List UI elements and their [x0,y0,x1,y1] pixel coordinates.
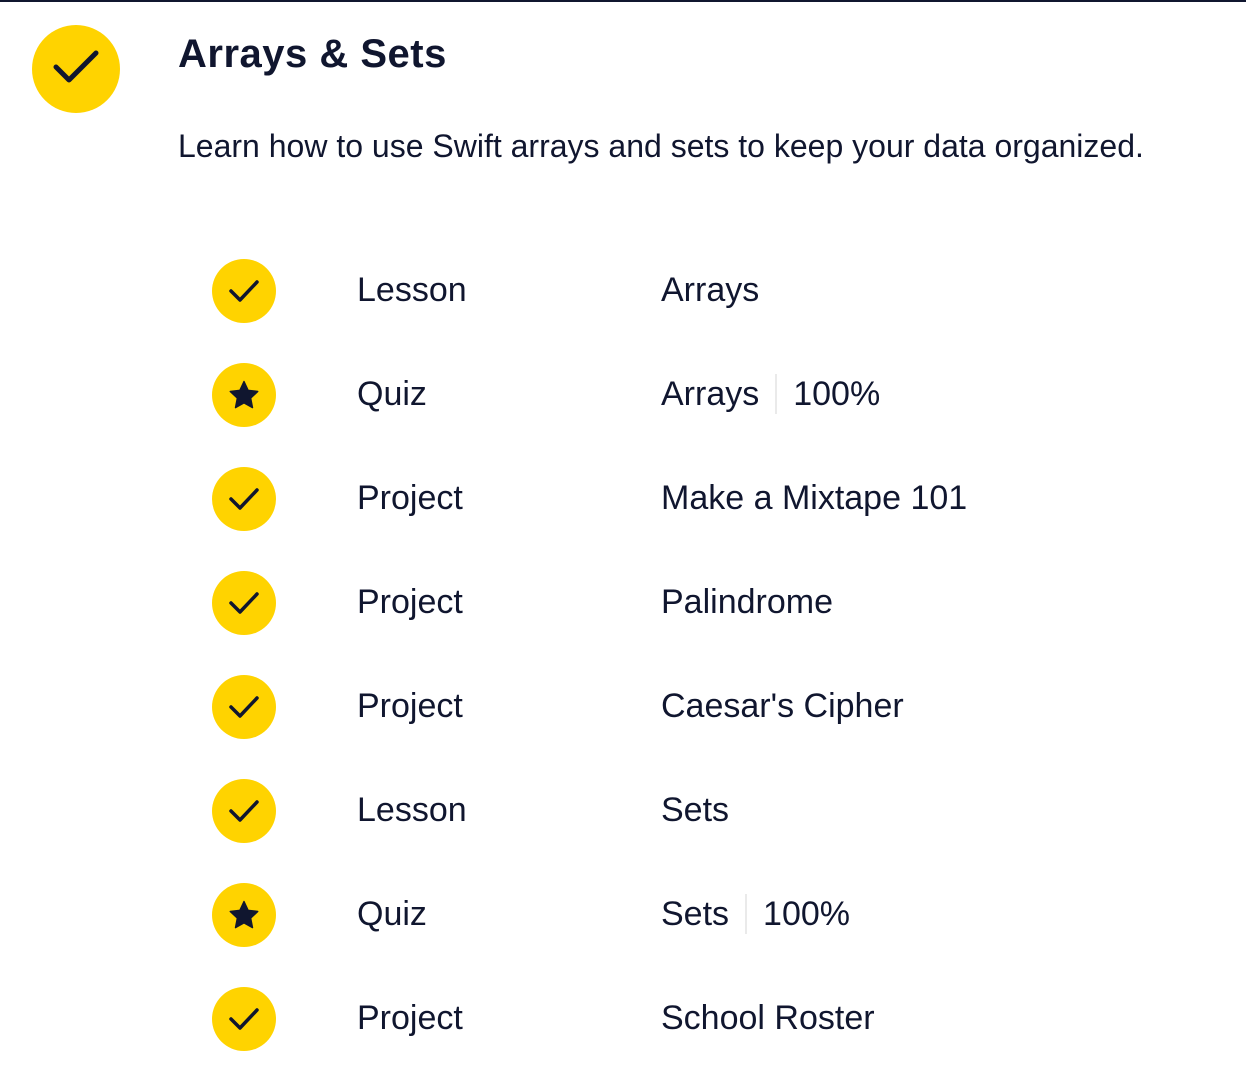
module-item-row-1[interactable]: Lesson Arrays [0,238,1246,342]
item-name-group: Arrays 100% [661,372,880,416]
module-complete-badge [32,25,120,113]
item-name-link[interactable]: Palindrome [661,580,833,624]
check-icon [226,589,262,617]
item-name-link[interactable]: Make a Mixtape 101 [661,476,967,520]
module-item-row-6[interactable]: Lesson Sets [0,758,1246,862]
module-item-row-8[interactable]: Project School Roster [0,966,1246,1070]
item-name-link[interactable]: Sets [661,892,729,936]
item-name-group: Sets 100% [661,892,850,936]
item-status-badge [212,259,276,323]
item-type-label: Project [357,583,463,621]
item-status-badge [212,675,276,739]
item-name-group: Caesar's Cipher [661,684,904,728]
module-item-list: Lesson Arrays Quiz Arrays 100% Project M… [0,238,1246,1070]
item-type-label: Project [357,999,463,1037]
check-icon [50,47,102,92]
item-type-label: Project [357,479,463,517]
item-name-link[interactable]: Caesar's Cipher [661,684,904,728]
item-name-link[interactable]: Arrays [661,372,759,416]
item-name-link[interactable]: Arrays [661,268,759,312]
module-item-row-2[interactable]: Quiz Arrays 100% [0,342,1246,446]
item-name-group: Sets [661,788,729,832]
item-status-badge [212,987,276,1051]
score-divider [775,374,778,414]
item-status-badge [212,363,276,427]
item-status-badge [212,467,276,531]
check-icon [226,797,262,825]
top-divider [0,0,1246,2]
item-name-group: School Roster [661,996,875,1040]
item-status-badge [212,883,276,947]
item-name-group: Make a Mixtape 101 [661,476,967,520]
module-item-row-3[interactable]: Project Make a Mixtape 101 [0,446,1246,550]
check-icon [226,485,262,513]
item-status-badge [212,571,276,635]
item-status-badge [212,779,276,843]
module-title: Arrays & Sets [178,32,447,76]
check-icon [226,277,262,305]
module-item-row-7[interactable]: Quiz Sets 100% [0,862,1246,966]
item-type-label: Quiz [357,895,427,933]
module-item-row-4[interactable]: Project Palindrome [0,550,1246,654]
item-name-link[interactable]: School Roster [661,996,875,1040]
item-type-label: Project [357,687,463,725]
item-type-label: Lesson [357,791,467,829]
item-name-link[interactable]: Sets [661,788,729,832]
module-description: Learn how to use Swift arrays and sets t… [178,128,1144,164]
item-name-group: Arrays [661,268,759,312]
check-icon [226,1005,262,1033]
item-name-group: Palindrome [661,580,833,624]
item-type-label: Quiz [357,375,427,413]
score-divider [745,894,748,934]
check-icon [226,693,262,721]
star-icon [227,898,261,932]
item-score: 100% [793,375,881,413]
item-score: 100% [763,895,851,933]
star-icon [227,378,261,412]
module-item-row-5[interactable]: Project Caesar's Cipher [0,654,1246,758]
item-type-label: Lesson [357,271,467,309]
